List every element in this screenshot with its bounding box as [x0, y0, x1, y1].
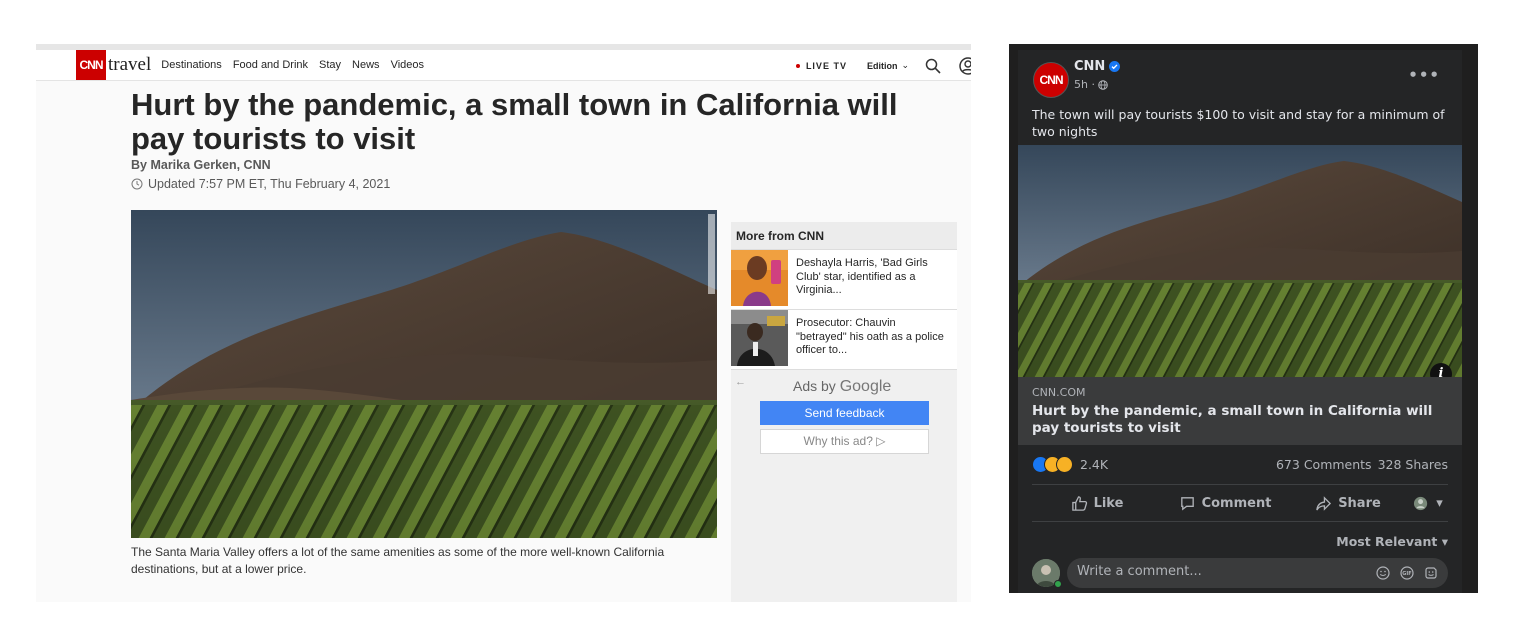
online-status-dot	[1054, 580, 1062, 588]
image-caption: The Santa Maria Valley offers a lot of t…	[131, 545, 665, 576]
photo-credit	[708, 214, 715, 294]
comment-label: Comment	[1201, 495, 1272, 511]
comment-sort-dropdown[interactable]: Most Relevant ▾	[1336, 534, 1448, 549]
post-time[interactable]: 5h ·	[1074, 78, 1095, 91]
cnn-article-page: CNN travel Destinations Food and Drink S…	[36, 44, 971, 602]
reaction-summary[interactable]: 2.4K	[1032, 456, 1108, 473]
clock-icon	[131, 178, 143, 190]
more-item-text: Prosecutor: Chauvin "betrayed" his oath …	[796, 317, 944, 356]
ads-by-label: Ads by	[793, 378, 836, 394]
list-item[interactable]: Deshayla Harris, 'Bad Girls Club' star, …	[731, 250, 957, 310]
gif-icon[interactable]: GIF	[1400, 566, 1414, 580]
google-label: Google	[839, 378, 892, 395]
page-avatar[interactable]: CNN	[1033, 62, 1069, 98]
share-button[interactable]: Share	[1288, 495, 1408, 512]
comment-input[interactable]	[1077, 564, 1357, 579]
divider	[1032, 521, 1448, 522]
comments-count[interactable]: 673 Comments	[1276, 457, 1372, 472]
svg-text:GIF: GIF	[1402, 571, 1411, 577]
more-options-icon[interactable]: •••	[1408, 66, 1440, 84]
account-icon[interactable]	[959, 56, 971, 75]
globe-icon	[1098, 79, 1108, 90]
article-byline[interactable]: By Marika Gerken, CNN	[131, 158, 271, 172]
page-name-text[interactable]: CNN	[1074, 59, 1105, 74]
post-image-vineyard[interactable]: i	[1018, 145, 1462, 377]
post-card: CNN CNN 5h · ••• The town will pay touri…	[1018, 50, 1462, 593]
profile-avatar-icon	[1414, 496, 1428, 510]
nav-link-news[interactable]: News	[352, 59, 380, 71]
verified-badge-icon	[1109, 61, 1121, 72]
shares-count[interactable]: 328 Shares	[1378, 457, 1448, 472]
updated-text: Updated 7:57 PM ET, Thu February 4, 2021	[148, 177, 391, 191]
edition-menu[interactable]: Edition	[867, 61, 898, 71]
comment-composer: GIF	[1067, 558, 1448, 588]
search-icon[interactable]	[925, 58, 941, 74]
chevron-down-icon: ▾	[1436, 495, 1443, 511]
back-arrow-icon[interactable]: ←	[735, 376, 746, 388]
post-actions: Like Comment Share ▾	[1032, 486, 1448, 520]
live-tv-link[interactable]: LIVE TV	[806, 61, 847, 71]
nav-link-videos[interactable]: Videos	[391, 59, 424, 71]
article-timestamp: Updated 7:57 PM ET, Thu February 4, 2021	[131, 177, 390, 191]
comment-button[interactable]: Comment	[1162, 495, 1288, 512]
divider	[1032, 484, 1448, 485]
send-feedback-button[interactable]: Send feedback	[760, 401, 929, 425]
audience-selector[interactable]: ▾	[1408, 495, 1448, 512]
link-title: Hurt by the pandemic, a small town in Ca…	[1032, 403, 1433, 436]
more-from-heading: More from CNN	[731, 222, 957, 250]
facebook-post-screenshot: CNN CNN 5h · ••• The town will pay touri…	[1009, 44, 1478, 593]
thumbnail-image	[731, 250, 788, 306]
reaction-count: 2.4K	[1080, 457, 1109, 472]
comment-icon	[1180, 496, 1194, 510]
share-label: Share	[1338, 495, 1381, 511]
more-from-cnn-sidebar: More from CNN Deshayla Harris, 'Bad Girl…	[731, 222, 957, 602]
ads-by-google: Ads by Google	[793, 378, 891, 396]
post-text: The town will pay tourists $100 to visit…	[1032, 107, 1445, 139]
link-preview[interactable]: CNN.COM Hurt by the pandemic, a small to…	[1018, 377, 1462, 445]
live-dot-icon	[795, 63, 800, 68]
engagement-stats: 673 Comments 328 Shares	[1276, 457, 1448, 472]
ad-feedback-panel: ← Ads by Google Send feedback Why this a…	[731, 374, 957, 602]
like-button[interactable]: Like	[1032, 495, 1162, 512]
like-label: Like	[1093, 495, 1124, 511]
top-nav: CNN travel Destinations Food and Drink S…	[36, 50, 971, 81]
screenshot-composite: CNN travel Destinations Food and Drink S…	[0, 0, 1538, 629]
thumbs-up-icon	[1071, 495, 1087, 511]
nav-link-stay[interactable]: Stay	[319, 59, 341, 71]
why-this-ad-button[interactable]: Why this ad? ▷	[760, 429, 929, 454]
article-headline: Hurt by the pandemic, a small town in Ca…	[131, 87, 898, 156]
nav-link-destinations[interactable]: Destinations	[161, 59, 222, 71]
emoji-icon[interactable]	[1376, 566, 1390, 580]
haha-reaction-icon	[1056, 456, 1073, 473]
thumbnail-image	[731, 310, 788, 366]
more-item-text: Deshayla Harris, 'Bad Girls Club' star, …	[796, 257, 928, 296]
chevron-down-icon: ⌄	[901, 60, 909, 70]
page-name: CNN	[1074, 59, 1121, 74]
nav-link-food-and-drink[interactable]: Food and Drink	[233, 59, 308, 71]
post-meta: 5h ·	[1074, 78, 1108, 91]
hero-image-vineyard[interactable]	[131, 210, 717, 538]
link-domain: CNN.COM	[1032, 386, 1086, 399]
section-title[interactable]: travel	[108, 54, 151, 76]
cnn-logo[interactable]: CNN	[76, 50, 106, 80]
nav-right: LIVE TV Edition ⌄	[795, 50, 971, 81]
list-item[interactable]: Prosecutor: Chauvin "betrayed" his oath …	[731, 310, 957, 370]
share-icon	[1316, 495, 1332, 511]
sticker-icon[interactable]	[1424, 566, 1438, 580]
